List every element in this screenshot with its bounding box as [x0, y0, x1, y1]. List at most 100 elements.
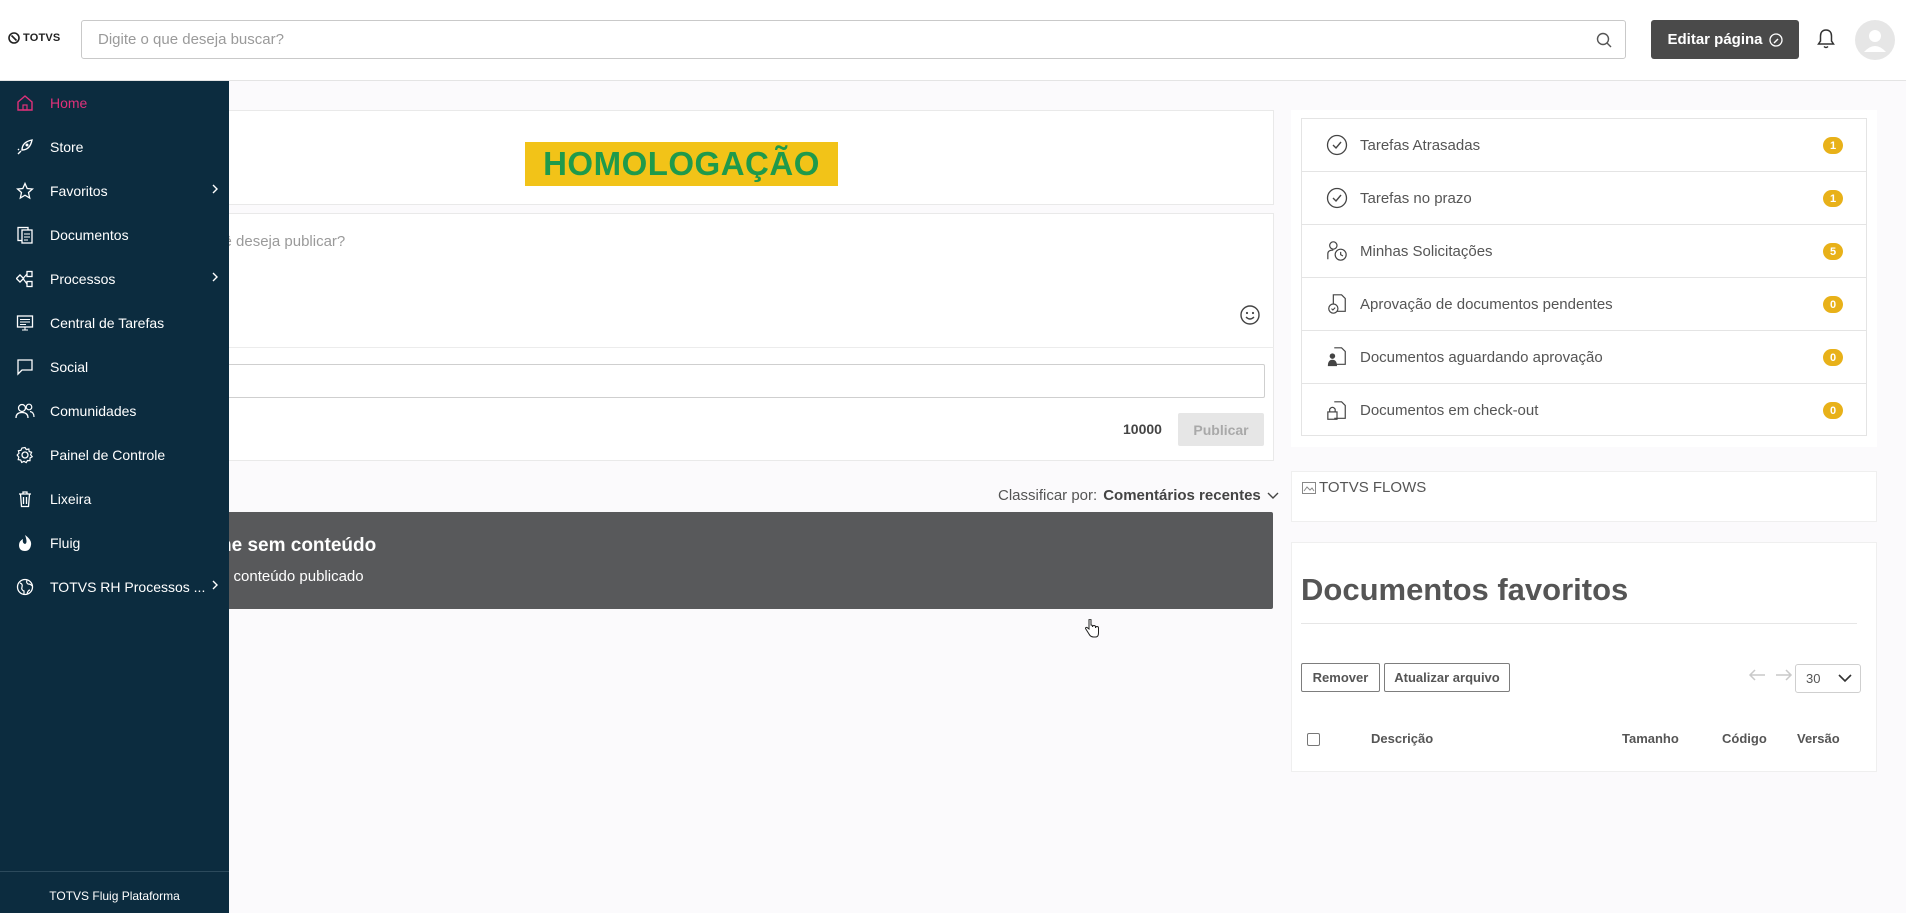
- totvs-logo[interactable]: TOTVS: [8, 32, 60, 44]
- gear-icon: [15, 445, 35, 465]
- home-icon: [15, 93, 35, 113]
- flows-alt-text: TOTVS FLOWS: [1319, 479, 1427, 496]
- edit-page-button[interactable]: Editar página: [1651, 20, 1799, 59]
- broken-image-icon: [1302, 481, 1316, 494]
- sidebar-item-communities[interactable]: Comunidades: [0, 391, 229, 431]
- task-label: Tarefas Atrasadas: [1360, 136, 1481, 154]
- user-clock-icon: [1326, 239, 1348, 263]
- page-size-select[interactable]: 30: [1795, 664, 1861, 693]
- edit-page-label: Editar página: [1667, 31, 1763, 48]
- sort-selector[interactable]: Classificar por: Comentários recentes: [998, 487, 1279, 504]
- sidebar-footer: TOTVS Fluig Plataforma: [0, 871, 229, 913]
- sort-value: Comentários recentes: [1103, 487, 1261, 504]
- arrow-right-icon[interactable]: [1775, 668, 1793, 682]
- emoji-icon[interactable]: [1239, 304, 1261, 326]
- search-box: [81, 20, 1626, 59]
- globe-icon: [15, 577, 35, 597]
- chevron-right-icon: [212, 184, 218, 194]
- task-count-badge: 0: [1823, 349, 1843, 366]
- sidebar-item-processes[interactable]: Processos: [0, 259, 229, 299]
- sidebar-item-label: Lixeira: [50, 491, 92, 507]
- sidebar-item-label: Processos: [50, 271, 116, 287]
- process-icon: [15, 269, 35, 289]
- task-label: Minhas Solicitações: [1360, 242, 1493, 260]
- people-icon: [15, 401, 35, 421]
- task-count-badge: 5: [1823, 243, 1843, 260]
- task-count-badge: 1: [1823, 137, 1843, 154]
- select-all-checkbox[interactable]: [1307, 733, 1320, 746]
- task-row-checkout[interactable]: Documentos em check-out 0: [1302, 384, 1866, 437]
- char-counter: 10000: [1123, 421, 1162, 437]
- remove-button[interactable]: Remover: [1301, 663, 1380, 692]
- sidebar-item-label: Favoritos: [50, 183, 108, 199]
- search-input[interactable]: [98, 31, 1578, 48]
- sidebar-item-label: Central de Tarefas: [50, 315, 165, 331]
- chat-icon: [15, 357, 35, 377]
- empty-timeline-title: ne sem conteúdo: [220, 535, 377, 556]
- logo-text: TOTVS: [23, 32, 61, 44]
- sidebar-item-store[interactable]: Store: [0, 127, 229, 167]
- sidebar-item-home[interactable]: Home: [0, 83, 229, 123]
- sidebar-item-totvs-rh[interactable]: TOTVS RH Processos ...: [0, 567, 229, 607]
- sidebar-item-label: Comunidades: [50, 403, 137, 419]
- user-avatar[interactable]: [1855, 20, 1895, 60]
- favorite-documents-title: Documentos favoritos: [1301, 572, 1629, 607]
- empty-timeline-notice: [200, 512, 1273, 609]
- task-row-awaiting-approval[interactable]: Documentos aguardando aprovação 0: [1302, 331, 1866, 384]
- task-list: Tarefas Atrasadas 1 Tarefas no prazo 1 M…: [1301, 118, 1867, 436]
- composer-divider: [200, 347, 1274, 348]
- sidebar-item-fluig[interactable]: Fluig: [0, 523, 229, 563]
- task-row-overdue[interactable]: Tarefas Atrasadas 1: [1302, 119, 1866, 172]
- composer-tags-input[interactable]: [200, 364, 1265, 398]
- hand-cursor-icon: [1084, 619, 1099, 638]
- column-header-code[interactable]: Código: [1722, 731, 1767, 746]
- bell-icon[interactable]: [1816, 28, 1836, 50]
- chevron-down-icon: [1267, 492, 1279, 499]
- task-center-icon: [15, 313, 35, 333]
- sidebar-item-label: TOTVS RH Processos ...: [50, 579, 206, 595]
- sidebar-item-trash[interactable]: Lixeira: [0, 479, 229, 519]
- sidebar: Home Store Favoritos Documentos Processo…: [0, 81, 229, 913]
- sidebar-item-social[interactable]: Social: [0, 347, 229, 387]
- user-icon: [1864, 30, 1886, 52]
- task-row-my-requests[interactable]: Minhas Solicitações 5: [1302, 225, 1866, 278]
- star-icon: [15, 181, 35, 201]
- column-header-size[interactable]: Tamanho: [1622, 731, 1679, 746]
- composer-placeholder[interactable]: cê deseja publicar?: [216, 233, 345, 250]
- task-row-pending-approvals[interactable]: Aprovação de documentos pendentes 0: [1302, 278, 1866, 331]
- totvs-flows-image[interactable]: TOTVS FLOWS: [1301, 479, 1426, 496]
- chevron-right-icon: [212, 272, 218, 282]
- doc-clock-icon: [1326, 292, 1348, 316]
- sort-label: Classificar por:: [998, 487, 1098, 504]
- clock-check-icon: [1326, 133, 1348, 157]
- documents-icon: [15, 225, 35, 245]
- empty-timeline-subtitle: e conteúdo publicado: [221, 568, 364, 585]
- rocket-icon: [15, 137, 35, 157]
- sidebar-item-label: Home: [50, 95, 88, 111]
- doc-user-icon: [1326, 345, 1348, 369]
- page-size-value: 30: [1806, 671, 1821, 686]
- column-header-version[interactable]: Versão: [1797, 731, 1840, 746]
- favorite-documents-divider: [1301, 623, 1857, 624]
- search-icon[interactable]: [1595, 31, 1613, 49]
- top-bar: TOTVS Editar página: [0, 0, 1906, 81]
- sidebar-item-control-panel[interactable]: Painel de Controle: [0, 435, 229, 475]
- fluig-icon: [15, 533, 35, 553]
- task-count-badge: 0: [1823, 402, 1843, 419]
- totvs-logo-icon: [8, 32, 20, 44]
- sidebar-item-label: Store: [50, 139, 84, 155]
- edit-icon: [1768, 32, 1783, 47]
- task-label: Documentos aguardando aprovação: [1360, 348, 1603, 366]
- arrow-left-icon[interactable]: [1748, 668, 1766, 682]
- task-row-on-time[interactable]: Tarefas no prazo 1: [1302, 172, 1866, 225]
- task-count-badge: 0: [1823, 296, 1843, 313]
- environment-banner: HOMOLOGAÇÃO: [525, 142, 838, 186]
- chevron-down-icon: [1838, 674, 1852, 683]
- task-label: Tarefas no prazo: [1360, 189, 1472, 207]
- sidebar-item-task-center[interactable]: Central de Tarefas: [0, 303, 229, 343]
- publish-button[interactable]: Publicar: [1178, 413, 1264, 446]
- update-file-button[interactable]: Atualizar arquivo: [1384, 663, 1510, 692]
- column-header-description[interactable]: Descrição: [1371, 731, 1433, 746]
- sidebar-item-documents[interactable]: Documentos: [0, 215, 229, 255]
- sidebar-item-favorites[interactable]: Favoritos: [0, 171, 229, 211]
